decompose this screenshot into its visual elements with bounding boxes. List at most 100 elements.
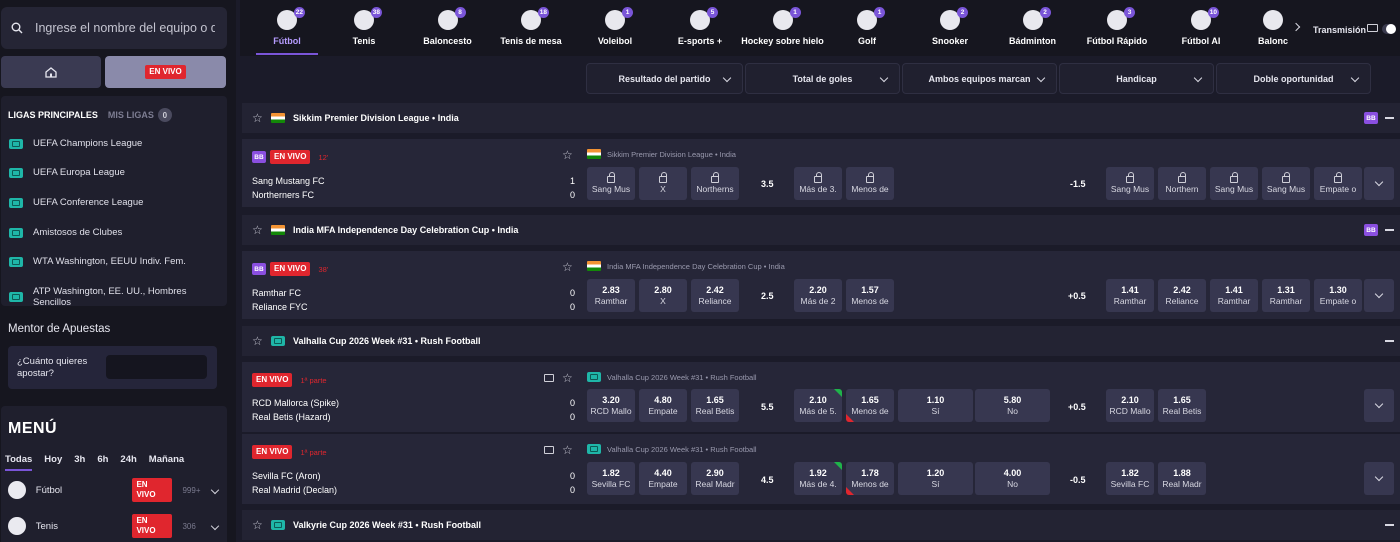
collapse-icon[interactable] <box>1385 229 1394 231</box>
odd-button[interactable]: 1.88 Real Madr <box>1158 462 1206 495</box>
odd-button[interactable]: 2.80 X <box>639 279 687 312</box>
odd-button[interactable]: Northern <box>1158 167 1206 200</box>
tab-football-ai[interactable]: 10 Fútbol AI <box>1182 0 1220 55</box>
star-icon[interactable]: ☆ <box>252 335 263 347</box>
tab-esports[interactable]: 5 E-sports + <box>670 0 730 55</box>
odd-button[interactable]: 2.20 Más de 2 <box>794 279 842 312</box>
menu-sport-football[interactable]: Fútbol EN VIVO 999+ <box>8 478 220 502</box>
tab-golf[interactable]: 1 Golf <box>852 0 885 55</box>
match-row[interactable]: EN VIVO 1ª parte Sevilla FC (Aron) Real M… <box>242 434 1400 504</box>
odd-button[interactable]: Sang Mus <box>587 167 635 200</box>
league-header[interactable]: ☆ India MFA Independence Day Celebration… <box>242 215 1400 245</box>
odd-button[interactable]: 1.92 Más de 4. <box>794 462 842 495</box>
star-icon[interactable]: ☆ <box>252 519 263 531</box>
star-icon[interactable]: ☆ <box>562 371 573 385</box>
live-filter-button[interactable]: EN VIVO <box>105 56 226 88</box>
star-icon[interactable]: ☆ <box>562 443 573 457</box>
market-dropdown-handicap[interactable]: Handicap <box>1059 63 1214 94</box>
odd-button[interactable]: 5.80 No <box>975 389 1050 422</box>
odd-button[interactable]: 3.20 RCD Mallo <box>587 389 635 422</box>
tab-my-leagues[interactable]: MIS LIGAS <box>108 110 154 120</box>
league-header[interactable]: ☆ Sikkim Premier Division League • India… <box>242 103 1400 133</box>
odd-button[interactable]: 2.42 Reliance <box>691 279 739 312</box>
tab-ice-hockey[interactable]: 1 Hockey sobre hielo <box>741 0 824 55</box>
star-icon[interactable]: ☆ <box>252 112 263 124</box>
odd-button[interactable]: Sang Mus <box>1210 167 1258 200</box>
tab-table-tennis[interactable]: 18 Tenis de mesa <box>500 0 562 55</box>
filter-tomorrow[interactable]: Mañana <box>149 454 184 471</box>
odd-button[interactable]: 4.80 Empate <box>639 389 687 422</box>
league-item[interactable]: ATP Washington, EE. UU., Hombres Sencill… <box>9 286 227 308</box>
odd-button[interactable]: 1.65 Menos de <box>846 389 894 422</box>
chevron-down-icon[interactable] <box>210 485 220 495</box>
odd-button[interactable]: Sang Mus <box>1106 167 1154 200</box>
odd-button[interactable]: X <box>639 167 687 200</box>
odd-button[interactable]: 2.83 Ramthar <box>587 279 635 312</box>
odd-button[interactable]: Más de 3. <box>794 167 842 200</box>
odd-button[interactable]: 1.65 Real Betis <box>691 389 739 422</box>
league-item[interactable]: UEFA Europa League <box>9 167 125 178</box>
search-input[interactable] <box>35 21 215 35</box>
home-button[interactable] <box>1 56 101 88</box>
star-icon[interactable]: ☆ <box>562 148 573 162</box>
expand-markets-button[interactable] <box>1364 462 1394 495</box>
odd-button[interactable]: 4.40 Empate <box>639 462 687 495</box>
match-row[interactable]: EN VIVO 1ª parte RCD Mallorca (Spike) Rea… <box>242 362 1400 432</box>
odd-button[interactable]: 4.00 No <box>975 462 1050 495</box>
league-item[interactable]: UEFA Champions League <box>9 138 142 149</box>
odd-button[interactable]: 2.42 Reliance <box>1158 279 1206 312</box>
odd-button[interactable]: 1.10 Sí <box>898 389 973 422</box>
odd-button[interactable]: 1.30 Empate o <box>1314 279 1362 312</box>
odd-button[interactable]: 1.65 Real Betis <box>1158 389 1206 422</box>
tab-badminton[interactable]: 2 Bádminton <box>1009 0 1056 55</box>
match-row[interactable]: BB EN VIVO 12' Sang Mustang FC Northerners… <box>242 139 1400 207</box>
chevron-down-icon[interactable] <box>210 521 220 531</box>
search-box[interactable] <box>1 7 227 49</box>
tv-icon[interactable] <box>544 374 554 382</box>
star-icon[interactable]: ☆ <box>562 260 573 274</box>
bet-amount-input[interactable] <box>106 355 207 379</box>
tab-basketball[interactable]: 8 Baloncesto <box>420 0 475 55</box>
odd-button[interactable]: 1.78 Menos de <box>846 462 894 495</box>
tab-basketball-2[interactable]: Balonc <box>1258 0 1288 55</box>
odd-button[interactable]: 1.41 Ramthar <box>1210 279 1258 312</box>
odd-button[interactable]: 2.10 RCD Mallo <box>1106 389 1154 422</box>
league-header[interactable]: ☆ Valkyrie Cup 2026 Week #31 • Rush Foot… <box>242 510 1400 540</box>
collapse-icon[interactable] <box>1385 117 1394 119</box>
odd-button[interactable]: 1.57 Menos de <box>846 279 894 312</box>
market-dropdown-result[interactable]: Resultado del partido <box>586 63 743 94</box>
odd-button[interactable]: Menos de <box>846 167 894 200</box>
collapse-icon[interactable] <box>1385 524 1394 526</box>
filter-24h[interactable]: 24h <box>120 454 136 471</box>
filter-all[interactable]: Todas <box>5 454 33 471</box>
odd-button[interactable]: 2.10 Más de 5. <box>794 389 842 422</box>
expand-markets-button[interactable] <box>1364 279 1394 312</box>
star-icon[interactable]: ☆ <box>252 224 263 236</box>
filter-6h[interactable]: 6h <box>97 454 108 471</box>
streaming-toggle[interactable] <box>1382 24 1396 34</box>
match-row[interactable]: BB EN VIVO 38' Ramthar FC Reliance FYC 0 0… <box>242 251 1400 319</box>
league-item[interactable]: UEFA Conference League <box>9 197 143 208</box>
tab-tennis[interactable]: 38 Tenis <box>340 0 388 55</box>
expand-markets-button[interactable] <box>1364 167 1394 200</box>
filter-today[interactable]: Hoy <box>44 454 62 471</box>
odd-button[interactable]: 1.20 Sí <box>898 462 973 495</box>
tv-icon[interactable] <box>544 446 554 454</box>
tab-fast-football[interactable]: 3 Fútbol Rápido <box>1087 0 1147 55</box>
odd-button[interactable]: 1.41 Ramthar <box>1106 279 1154 312</box>
expand-markets-button[interactable] <box>1364 389 1394 422</box>
collapse-icon[interactable] <box>1385 340 1394 342</box>
odd-button[interactable]: Northerns <box>691 167 739 200</box>
filter-3h[interactable]: 3h <box>74 454 85 471</box>
odd-button[interactable]: 1.82 Sevilla FC <box>587 462 635 495</box>
market-dropdown-btts[interactable]: Ambos equipos marcan <box>902 63 1057 94</box>
market-dropdown-totals[interactable]: Total de goles <box>745 63 900 94</box>
tab-football[interactable]: 22 Fútbol <box>256 0 318 55</box>
menu-sport-tennis[interactable]: Tenis EN VIVO 306 <box>8 514 220 538</box>
league-item[interactable]: WTA Washington, EEUU Indiv. Fem. <box>9 256 186 267</box>
odd-button[interactable]: 1.31 Ramthar <box>1262 279 1310 312</box>
tab-snooker[interactable]: 2 Snooker <box>930 0 970 55</box>
tab-main-leagues[interactable]: LIGAS PRINCIPALES <box>8 110 98 120</box>
odd-button[interactable]: Sang Mus <box>1262 167 1310 200</box>
league-header[interactable]: ☆ Valhalla Cup 2026 Week #31 • Rush Foot… <box>242 326 1400 356</box>
